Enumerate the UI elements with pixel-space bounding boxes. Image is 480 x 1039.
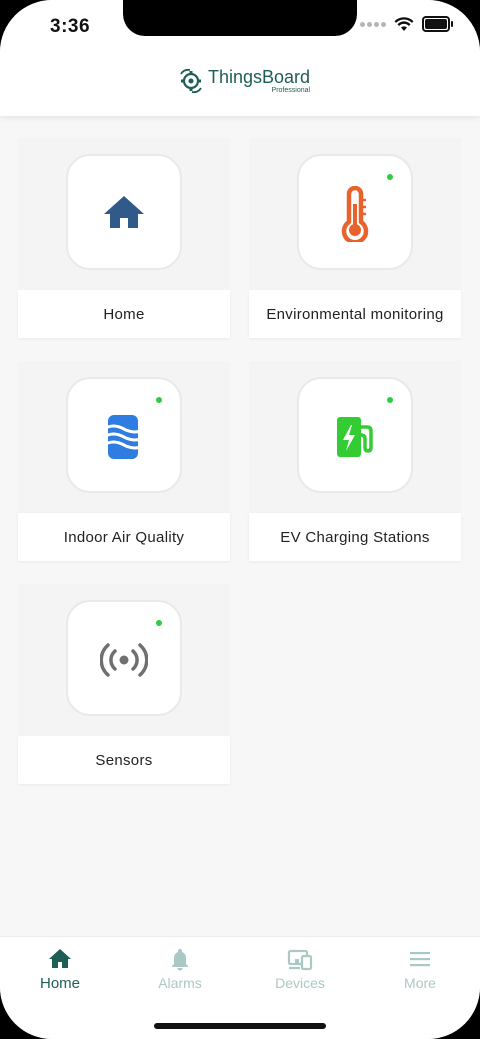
online-status-dot [387,174,393,180]
tile-icon-card [66,154,182,270]
status-indicators [360,16,453,32]
thingsboard-gear-icon [180,68,202,94]
app-header: 3:36 ThingsBoard Professional [0,0,480,116]
app-screen: 3:36 ThingsBoard Professional Home Envir… [0,0,480,1039]
thingsboard-logo: ThingsBoard Professional [178,68,310,94]
status-time: 3:36 [50,16,91,37]
dashboard-tile-environmental-monitoring[interactable]: Environmental monitoring [249,138,461,338]
tile-label: Indoor Air Quality [63,528,185,546]
logo-title: ThingsBoard [208,67,311,87]
nav-label: Alarms [158,975,202,991]
tile-label: Environmental monitoring [266,305,444,323]
nav-label: More [404,975,436,991]
battery-icon [422,16,453,32]
tile-icon-card [66,377,182,493]
tile-icon-card [66,600,182,716]
house-icon [104,196,144,228]
online-status-dot [156,397,162,403]
online-status-dot [156,620,162,626]
cellular-signal-icon [360,21,386,27]
nav-tab-devices[interactable]: Devices [240,947,360,991]
tile-icon-card [297,154,413,270]
tile-label: EV Charging Stations [280,528,430,546]
nav-tab-more[interactable]: More [360,947,480,991]
air-quality-icon [103,415,145,459]
home-icon [49,949,71,968]
logo-subtitle: Professional [271,87,311,94]
tile-label: Home [103,305,145,323]
nav-tab-home[interactable]: Home [0,947,120,992]
thermometer-icon [341,186,369,242]
online-status-dot [387,397,393,403]
nav-label: Devices [275,975,325,991]
ev-charger-icon [337,417,373,457]
home-indicator-bar[interactable] [154,1023,326,1029]
devices-icon [287,949,313,971]
dashboard-tile-ev-charging-stations[interactable]: EV Charging Stations [249,361,461,561]
dashboard-tile-indoor-air-quality[interactable]: Indoor Air Quality [18,361,230,561]
sensor-signal-icon [100,643,148,677]
nav-tab-alarms[interactable]: Alarms [120,947,240,991]
dashboard-tile-home[interactable]: Home [18,138,230,338]
menu-icon [410,952,430,967]
bell-icon [172,949,188,971]
dashboard-tile-sensors[interactable]: Sensors [18,584,230,784]
tile-icon-card [297,377,413,493]
device-notch [123,0,357,36]
nav-label: Home [39,975,80,992]
tile-label: Sensors [95,751,153,769]
wifi-icon [394,16,414,31]
